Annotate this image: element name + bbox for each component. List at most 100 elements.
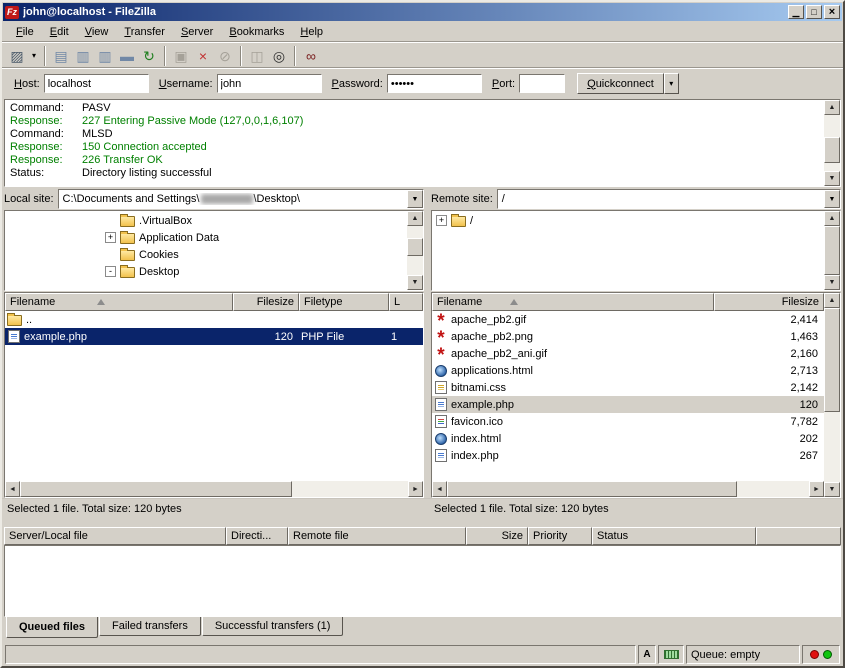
scroll-track[interactable] (407, 226, 423, 275)
speed-limits-button[interactable]: ∞ (300, 45, 322, 67)
scroll-left-icon[interactable]: ◄ (432, 481, 447, 497)
username-input[interactable] (217, 74, 322, 93)
scroll-thumb[interactable] (824, 137, 840, 163)
file-row[interactable]: *apache_pb2.gif2,414 (432, 311, 824, 328)
menu-server[interactable]: Server (173, 24, 221, 40)
column-header-lastmodified[interactable]: L (389, 293, 423, 311)
scroll-right-icon[interactable]: ► (809, 481, 824, 497)
scroll-thumb[interactable] (824, 226, 840, 275)
maximize-button[interactable]: □ (806, 5, 822, 19)
host-input[interactable] (44, 74, 149, 93)
menu-bookmarks[interactable]: Bookmarks (221, 24, 292, 40)
scroll-up-icon[interactable]: ▲ (824, 293, 840, 308)
tree-item[interactable]: -Desktop (5, 263, 407, 280)
file-row[interactable]: index.html202 (432, 430, 824, 447)
menu-edit[interactable]: Edit (42, 24, 77, 40)
password-input[interactable] (387, 74, 482, 93)
toggle-message-log-button[interactable]: ▤ (50, 45, 72, 67)
titlebar[interactable]: Fz john@localhost - FileZilla ▁ □ × (3, 3, 842, 21)
scroll-right-icon[interactable]: ► (408, 481, 423, 497)
tree-item[interactable]: Cookies (5, 246, 407, 263)
column-header-direction[interactable]: Directi... (226, 527, 288, 545)
site-manager-dropdown[interactable]: ▾ (28, 45, 40, 67)
expander[interactable]: - (105, 266, 116, 277)
column-header-size[interactable]: Size (466, 527, 528, 545)
file-row[interactable]: applications.html2,713 (432, 362, 824, 379)
file-row[interactable]: .. (5, 311, 423, 328)
file-row[interactable]: *apache_pb2.png1,463 (432, 328, 824, 345)
scroll-down-icon[interactable]: ▼ (824, 275, 840, 290)
remote-tree-scrollbar[interactable]: ▲ ▼ (824, 211, 840, 290)
scroll-up-icon[interactable]: ▲ (824, 211, 840, 226)
column-header-filename[interactable]: Filename (5, 293, 233, 311)
scroll-track[interactable] (824, 226, 840, 275)
quickconnect-button[interactable]: Quickconnect (577, 73, 664, 94)
chevron-down-icon[interactable]: ▼ (824, 190, 840, 208)
file-row[interactable]: index.php267 (432, 447, 824, 464)
tree-item[interactable]: +Application Data (5, 229, 407, 246)
column-header-filename[interactable]: Filename (432, 293, 714, 311)
column-header-filetype[interactable]: Filetype (299, 293, 389, 311)
toggle-local-tree-button[interactable]: ▥ (72, 45, 94, 67)
close-button[interactable]: × (824, 5, 840, 19)
vertical-splitter[interactable] (424, 210, 431, 291)
scroll-thumb[interactable] (824, 308, 840, 412)
tree-item[interactable]: +/ (432, 212, 824, 229)
scroll-track[interactable] (447, 481, 809, 497)
scroll-thumb[interactable] (447, 481, 737, 497)
directory-comparison-button[interactable]: ◫ (246, 45, 268, 67)
toggle-remote-tree-button[interactable]: ▥ (94, 45, 116, 67)
tree-item[interactable]: .VirtualBox (5, 212, 407, 229)
menu-help[interactable]: Help (292, 24, 331, 40)
tab-failed-transfers[interactable]: Failed transfers (99, 617, 201, 636)
menu-view[interactable]: View (77, 24, 117, 40)
scroll-track[interactable] (824, 115, 840, 171)
file-row[interactable]: favicon.ico7,782 (432, 413, 824, 430)
column-header-remote-file[interactable]: Remote file (288, 527, 466, 545)
expander[interactable]: + (105, 232, 116, 243)
column-header-filesize[interactable]: Filesize (233, 293, 299, 311)
disconnect-button[interactable]: ⊘ (214, 45, 236, 67)
file-row[interactable]: bitnami.css2,142 (432, 379, 824, 396)
chevron-down-icon[interactable]: ▼ (407, 190, 423, 208)
vertical-splitter[interactable] (424, 292, 431, 498)
scroll-down-icon[interactable]: ▼ (407, 275, 423, 290)
quickconnect-dropdown[interactable]: ▾ (664, 73, 679, 94)
minimize-button[interactable]: ▁ (788, 5, 804, 19)
tab-queued-files[interactable]: Queued files (6, 617, 98, 638)
site-manager-button[interactable]: ▨ (6, 45, 28, 67)
find-files-button[interactable]: ◎ (268, 45, 290, 67)
tab-successful-transfers[interactable]: Successful transfers (1) (202, 617, 344, 636)
column-header-server-local-file[interactable]: Server/Local file (4, 527, 226, 545)
scroll-down-icon[interactable]: ▼ (824, 482, 840, 497)
toggle-queue-button[interactable]: ▬ (116, 45, 138, 67)
refresh-button[interactable]: ↻ (138, 45, 160, 67)
expander[interactable]: + (436, 215, 447, 226)
remote-list-hscrollbar[interactable]: ◄ ► (432, 481, 824, 497)
remote-list-vscrollbar[interactable]: ▲ ▼ (824, 293, 840, 497)
log-scrollbar[interactable]: ▲ ▼ (824, 100, 840, 186)
menu-transfer[interactable]: Transfer (116, 24, 173, 40)
file-row[interactable]: *apache_pb2_ani.gif2,160 (432, 345, 824, 362)
column-header-filesize[interactable]: Filesize (714, 293, 824, 311)
local-list-hscrollbar[interactable]: ◄ ► (5, 481, 423, 497)
process-queue-button[interactable]: ▣ (170, 45, 192, 67)
scroll-down-icon[interactable]: ▼ (824, 171, 840, 186)
scroll-up-icon[interactable]: ▲ (407, 211, 423, 226)
remote-site-combo[interactable]: / ▼ (497, 189, 841, 209)
scroll-left-icon[interactable]: ◄ (5, 481, 20, 497)
scroll-track[interactable] (824, 308, 840, 482)
port-input[interactable] (519, 74, 565, 93)
scroll-thumb[interactable] (20, 481, 292, 497)
file-row-selected[interactable]: example.php120 (432, 396, 824, 413)
cancel-button[interactable]: × (192, 45, 214, 67)
local-tree-scrollbar[interactable]: ▲ ▼ (407, 211, 423, 290)
transfer-queue-list[interactable] (4, 545, 841, 617)
column-header-status[interactable]: Status (592, 527, 756, 545)
scroll-up-icon[interactable]: ▲ (824, 100, 840, 115)
horizontal-splitter[interactable] (2, 519, 843, 527)
scroll-thumb[interactable] (407, 238, 423, 256)
file-row-selected[interactable]: example.php 120 PHP File 1 (5, 328, 423, 345)
menu-file[interactable]: File (8, 24, 42, 40)
local-site-combo[interactable]: C:\Documents and Settings\\Desktop\ ▼ (58, 189, 424, 209)
